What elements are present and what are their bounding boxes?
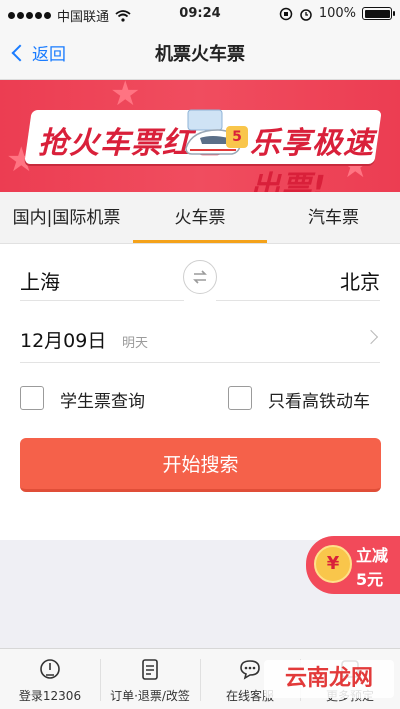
search-button[interactable]: 开始搜索 bbox=[20, 438, 381, 492]
promo-line1: 立减 bbox=[356, 546, 389, 565]
chevron-right-icon[interactable] bbox=[363, 329, 379, 345]
highspeed-only-checkbox[interactable] bbox=[228, 386, 252, 410]
alarm-icon bbox=[300, 8, 312, 21]
status-bar: 中国联通 09:24 100% bbox=[0, 0, 400, 28]
watermark: 云南龙网 bbox=[264, 660, 394, 698]
promo-banner[interactable]: ★ ★ ★ 抢火车票红包 5 乐享极速出票! bbox=[0, 80, 400, 192]
orientation-lock-icon bbox=[279, 7, 293, 20]
tab-flight[interactable]: 国内|国际机票 bbox=[0, 192, 133, 244]
divider bbox=[216, 300, 380, 301]
star-decoration-icon: ★ bbox=[110, 80, 141, 114]
tab-bus[interactable]: 汽车票 bbox=[267, 192, 400, 244]
student-ticket-checkbox[interactable] bbox=[20, 386, 44, 410]
swap-cities-button[interactable] bbox=[183, 260, 217, 294]
battery-percent: 100% bbox=[318, 6, 356, 21]
tab-indicator bbox=[133, 240, 267, 243]
departure-date[interactable]: 12月09日 bbox=[20, 326, 106, 353]
from-city[interactable]: 上海 bbox=[20, 266, 60, 295]
order-clipboard-icon bbox=[142, 659, 158, 680]
tab-train[interactable]: 火车票 bbox=[133, 192, 267, 244]
nav-bar: 返回 机票火车票 bbox=[0, 28, 400, 80]
login-12306-label: 登录12306 bbox=[18, 689, 82, 703]
ticket-type-tabs: 国内|国际机票 火车票 汽车票 bbox=[0, 192, 400, 244]
banner-text-right: 乐享极速出票! bbox=[250, 126, 374, 192]
divider bbox=[20, 300, 184, 301]
login-12306-icon bbox=[40, 659, 60, 679]
discount-promo[interactable]: ¥ 立减 5元 bbox=[306, 536, 400, 594]
login-12306-button[interactable]: 登录12306 bbox=[0, 649, 100, 709]
coin-icon: ¥ bbox=[314, 545, 352, 583]
promo-line2: 5元 bbox=[356, 570, 384, 589]
swap-arrows-icon bbox=[193, 270, 207, 284]
page-title: 机票火车票 bbox=[155, 44, 245, 65]
highspeed-only-label: 只看高铁动车 bbox=[268, 392, 370, 412]
date-hint: 明天 bbox=[122, 336, 149, 351]
divider bbox=[20, 362, 380, 363]
status-right: 100% bbox=[279, 6, 395, 21]
chat-bubble-icon bbox=[240, 660, 260, 680]
banner-badge: 5 bbox=[226, 126, 248, 148]
train-search-form: 上海 北京 12月09日 明天 学生票查询 只看高铁动车 开始搜索 bbox=[0, 244, 400, 540]
orders-label: 订单·退票/改签 bbox=[110, 689, 190, 703]
to-city[interactable]: 北京 bbox=[340, 266, 380, 295]
battery-icon bbox=[362, 7, 395, 20]
student-ticket-label: 学生票查询 bbox=[60, 392, 145, 412]
orders-button[interactable]: 订单·退票/改签 bbox=[100, 649, 200, 709]
